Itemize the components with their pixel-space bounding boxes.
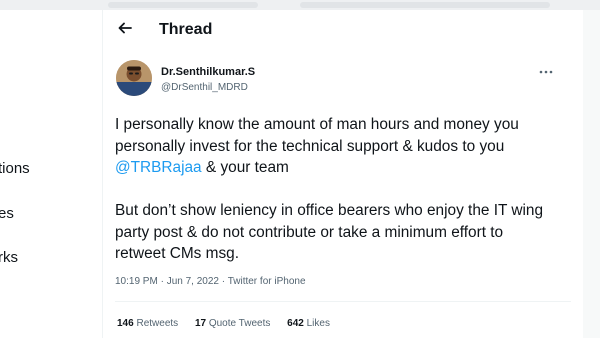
page-title: Thread <box>159 21 213 38</box>
quotes-count: 17 <box>194 318 207 329</box>
tweet-stats: 146 Retweets 17 Quote Tweets 642 Likes <box>117 318 344 329</box>
likes-count: 642 <box>287 318 304 329</box>
retweets-count: 146 <box>117 318 134 329</box>
author-handle[interactable]: @DrSenthil_MDRD <box>161 82 248 93</box>
tweet-text: I personally know the amount of man hour… <box>115 114 555 265</box>
thread-column: Thread Dr.Senthilkumar.S @DrSenthil_MDRD… <box>103 10 583 338</box>
divider <box>115 301 571 302</box>
tweet-text-part: I personally know the amount of man hour… <box>115 116 519 155</box>
more-button[interactable] <box>535 62 557 78</box>
tab-ghost <box>300 2 550 8</box>
sidebar-item-notifications[interactable]: tions <box>0 160 30 177</box>
tweet-meta: 10:19 PM · Jun 7, 2022 · Twitter for iPh… <box>115 276 306 287</box>
tweet-paragraph: But don’t show leniency in office bearer… <box>115 202 544 262</box>
retweets-label: Retweets <box>136 318 179 329</box>
retweets-stat[interactable]: 146 Retweets <box>117 318 178 329</box>
quote-tweets-stat[interactable]: 17 Quote Tweets <box>195 318 270 329</box>
tab-ghost <box>108 2 258 8</box>
sidebar-item-messages[interactable]: es <box>0 205 14 222</box>
left-sidebar: tions es rks <box>0 10 102 338</box>
avatar[interactable] <box>116 60 152 96</box>
tweet-paragraph: I personally know the amount of man hour… <box>115 114 555 179</box>
thread-header: Thread <box>103 10 583 52</box>
meta-separator: · <box>157 276 167 287</box>
meta-separator: · <box>218 276 228 287</box>
tweet-source[interactable]: Twitter for iPhone <box>228 276 306 287</box>
avatar-image <box>116 60 152 96</box>
back-button[interactable] <box>113 18 137 42</box>
sidebar-item-bookmarks[interactable]: rks <box>0 249 18 266</box>
tweet-time[interactable]: 10:19 PM <box>115 276 158 287</box>
quotes-label: Quote Tweets <box>208 318 271 329</box>
mention-link[interactable]: @TRBRajaa <box>115 159 202 176</box>
likes-stat[interactable]: 642 Likes <box>287 318 330 329</box>
more-horizontal-icon <box>539 61 553 79</box>
arrow-left-icon <box>117 20 133 41</box>
tweet-text-part: & your team <box>201 159 289 176</box>
tweet-date[interactable]: Jun 7, 2022 <box>167 276 219 287</box>
author-name[interactable]: Dr.Senthilkumar.S <box>161 66 255 78</box>
right-gutter <box>583 10 600 338</box>
likes-label: Likes <box>306 318 330 329</box>
